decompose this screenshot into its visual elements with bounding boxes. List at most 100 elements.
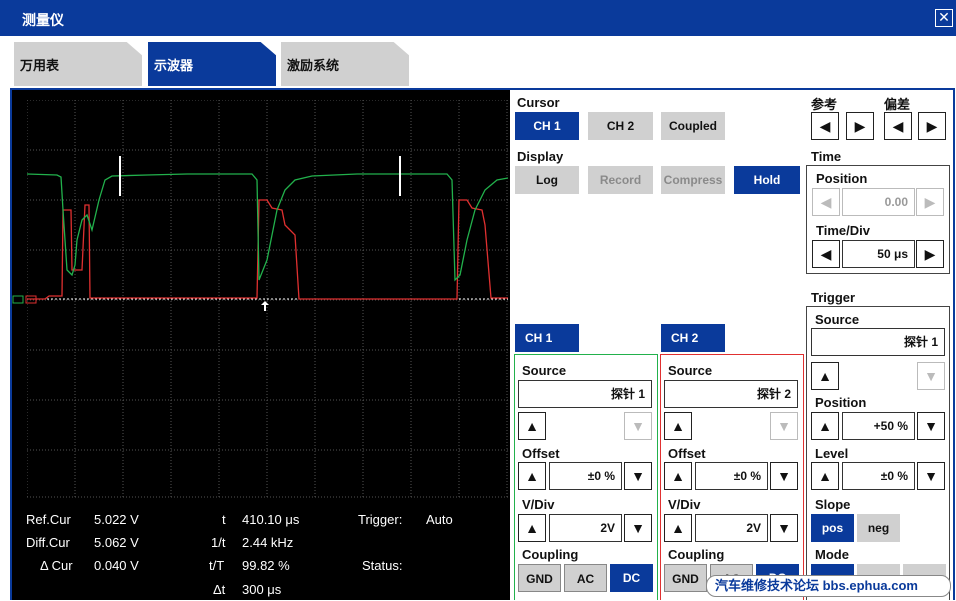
ch1-offset-down-arrow-icon[interactable]: ▼ bbox=[624, 462, 652, 490]
trigger-source-up-arrow-icon[interactable]: ▲ bbox=[811, 362, 839, 390]
display-record-button[interactable]: Record bbox=[588, 166, 653, 194]
ch2-offset-down-arrow-icon[interactable]: ▼ bbox=[770, 462, 798, 490]
window-title: 测量仪 bbox=[22, 12, 64, 28]
inv-t-label: 1/t bbox=[211, 535, 226, 550]
ch2-offset-up-arrow-icon[interactable]: ▲ bbox=[664, 462, 692, 490]
delta-t-value: 300 μs bbox=[242, 582, 282, 597]
ch2-source-label: Source bbox=[668, 363, 713, 378]
time-position-right-arrow-icon[interactable]: ▶ bbox=[916, 188, 944, 216]
slope-neg-button[interactable]: neg bbox=[857, 514, 900, 542]
ref-cur-value: 5.022 V bbox=[94, 512, 139, 527]
trigger-slope-label: Slope bbox=[815, 497, 851, 512]
cursor-label: Cursor bbox=[517, 95, 560, 110]
t-over-T-label: t/T bbox=[209, 558, 225, 573]
time-position-field[interactable]: 0.00 bbox=[842, 188, 915, 216]
diff-cur-value: 5.062 V bbox=[94, 535, 139, 550]
cursor-ch1-button[interactable]: CH 1 bbox=[515, 112, 579, 140]
ch1-vdiv-label: V/Div bbox=[522, 497, 555, 512]
reference-label: 参考 bbox=[811, 97, 838, 112]
time-div-field[interactable]: 50 μs bbox=[842, 240, 915, 268]
ch2-source-down-arrow-icon[interactable]: ▼ bbox=[770, 412, 798, 440]
trigger-level-down-arrow-icon[interactable]: ▼ bbox=[917, 462, 945, 490]
time-label: Time bbox=[811, 149, 842, 164]
t-value: 410.10 μs bbox=[242, 512, 300, 527]
cursor-ch2-button[interactable]: CH 2 bbox=[588, 112, 653, 140]
ch1-coupling-label: Coupling bbox=[522, 547, 579, 562]
scope-grid bbox=[27, 100, 508, 498]
inv-t-value: 2.44 kHz bbox=[242, 535, 294, 550]
scope-screen[interactable]: Ref.Cur 5.022 V Diff.Cur 5.062 V Δ Cur 0… bbox=[12, 90, 510, 600]
deviation-left-arrow-icon[interactable]: ◀ bbox=[884, 112, 912, 140]
t-label: t bbox=[222, 512, 226, 527]
ref-cur-label: Ref.Cur bbox=[26, 512, 71, 527]
ch1-gnd-button[interactable]: GND bbox=[518, 564, 561, 592]
tab-stimulus-system[interactable]: 激励系统 bbox=[281, 42, 409, 86]
trigger-source-down-arrow-icon[interactable]: ▼ bbox=[917, 362, 945, 390]
trigger-position-field[interactable]: +50 % bbox=[842, 412, 915, 440]
ch2-source-field[interactable]: 探针 2 bbox=[664, 380, 798, 408]
ch2-source-up-arrow-icon[interactable]: ▲ bbox=[664, 412, 692, 440]
trigger-source-label: Source bbox=[815, 312, 860, 327]
ch1-vdiv-down-arrow-icon[interactable]: ▼ bbox=[624, 514, 652, 542]
trigger-position-up-arrow-icon[interactable]: ▲ bbox=[811, 412, 839, 440]
display-hold-button[interactable]: Hold bbox=[734, 166, 800, 194]
ch2-coupling-label: Coupling bbox=[668, 547, 725, 562]
ch1-source-up-arrow-icon[interactable]: ▲ bbox=[518, 412, 546, 440]
delta-t-label: Δt bbox=[213, 582, 226, 597]
trigger-level-up-arrow-icon[interactable]: ▲ bbox=[811, 462, 839, 490]
ch2-vdiv-label: V/Div bbox=[668, 497, 701, 512]
time-div-right-arrow-icon[interactable]: ▶ bbox=[916, 240, 944, 268]
trigger-arrow-icon bbox=[261, 301, 269, 311]
ch1-offset-field[interactable]: ±0 % bbox=[549, 462, 622, 490]
ch2-offset-field[interactable]: ±0 % bbox=[695, 462, 768, 490]
channel-markers bbox=[12, 295, 37, 304]
forum-watermark: 汽车维修技术论坛 bbs.ephua.com bbox=[706, 575, 951, 597]
ch2-vdiv-field[interactable]: 2V bbox=[695, 514, 768, 542]
display-log-button[interactable]: Log bbox=[515, 166, 579, 194]
time-position-label: Position bbox=[816, 171, 868, 186]
time-div-label: Time/Div bbox=[816, 223, 870, 238]
ch1-source-down-arrow-icon[interactable]: ▼ bbox=[624, 412, 652, 440]
trigger-status-label: Trigger: bbox=[358, 512, 403, 527]
trigger-position-label: Position bbox=[815, 395, 867, 410]
cursor-coupled-button[interactable]: Coupled bbox=[661, 112, 725, 140]
ch1-ac-button[interactable]: AC bbox=[564, 564, 607, 592]
ch1-vdiv-field[interactable]: 2V bbox=[549, 514, 622, 542]
slope-pos-button[interactable]: pos bbox=[811, 514, 854, 542]
ch2-vdiv-up-arrow-icon[interactable]: ▲ bbox=[664, 514, 692, 542]
ch2-vdiv-down-arrow-icon[interactable]: ▼ bbox=[770, 514, 798, 542]
ch2-header: CH 2 bbox=[661, 324, 725, 352]
time-position-left-arrow-icon[interactable]: ◀ bbox=[812, 188, 840, 216]
delta-cur-value: 0.040 V bbox=[94, 558, 139, 573]
trigger-status-value: Auto bbox=[426, 512, 453, 527]
trigger-source-field[interactable]: 探针 1 bbox=[811, 328, 945, 356]
trigger-level-field[interactable]: ±0 % bbox=[842, 462, 915, 490]
tab-multimeter[interactable]: 万用表 bbox=[14, 42, 142, 86]
delta-cur-label: Δ Cur bbox=[40, 558, 73, 573]
time-div-left-arrow-icon[interactable]: ◀ bbox=[812, 240, 840, 268]
display-compress-button[interactable]: Compress bbox=[661, 166, 725, 194]
trigger-position-down-arrow-icon[interactable]: ▼ bbox=[917, 412, 945, 440]
display-label: Display bbox=[517, 149, 564, 164]
tab-oscilloscope[interactable]: 示波器 bbox=[148, 42, 276, 86]
trigger-label: Trigger bbox=[811, 290, 856, 305]
measurement-readouts: Ref.Cur 5.022 V Diff.Cur 5.062 V Δ Cur 0… bbox=[12, 500, 510, 600]
ch1-dc-button[interactable]: DC bbox=[610, 564, 653, 592]
ch1-vdiv-up-arrow-icon[interactable]: ▲ bbox=[518, 514, 546, 542]
ch1-source-field[interactable]: 探针 1 bbox=[518, 380, 652, 408]
title-bar: 测量仪 ✕ bbox=[0, 0, 956, 36]
reference-right-arrow-icon[interactable]: ▶ bbox=[846, 112, 874, 140]
ch2-offset-label: Offset bbox=[668, 446, 706, 461]
tab-bar: 万用表 示波器 激励系统 bbox=[0, 36, 956, 88]
t-over-T-value: 99.82 % bbox=[242, 558, 290, 573]
trigger-mode-label: Mode bbox=[815, 547, 849, 562]
reference-left-arrow-icon[interactable]: ◀ bbox=[811, 112, 839, 140]
close-icon[interactable]: ✕ bbox=[935, 9, 953, 27]
ch2-gnd-button[interactable]: GND bbox=[664, 564, 707, 592]
ch1-header: CH 1 bbox=[515, 324, 579, 352]
ch1-offset-up-arrow-icon[interactable]: ▲ bbox=[518, 462, 546, 490]
deviation-label: 偏差 bbox=[884, 97, 911, 112]
diff-cur-label: Diff.Cur bbox=[26, 535, 70, 550]
ch1-offset-label: Offset bbox=[522, 446, 560, 461]
deviation-right-arrow-icon[interactable]: ▶ bbox=[918, 112, 946, 140]
